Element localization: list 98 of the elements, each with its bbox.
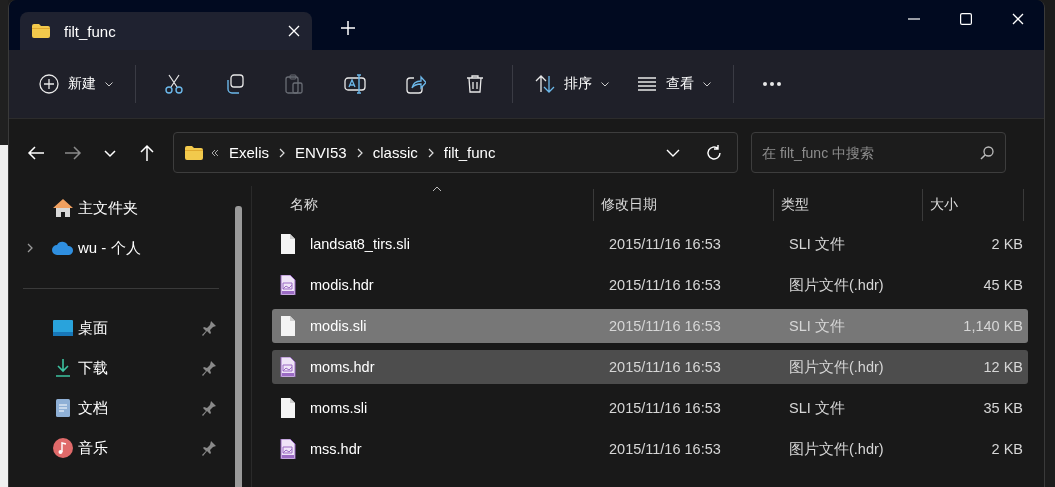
column-header[interactable]: 类型	[773, 189, 922, 221]
trash-icon	[466, 74, 484, 94]
search-icon	[980, 146, 994, 160]
column-header[interactable]: 大小	[922, 189, 1024, 221]
breadcrumb[interactable]: classic	[372, 144, 418, 161]
pin-icon	[202, 400, 216, 416]
sort-button[interactable]: 排序	[525, 66, 619, 102]
modified-date: 2015/11/16 16:53	[609, 277, 722, 293]
modified-date: 2015/11/16 16:53	[609, 318, 722, 334]
file-size: 35 KB	[982, 400, 1023, 416]
desktop-icon	[52, 320, 73, 336]
image-file-icon	[280, 439, 296, 459]
file-type: 图片文件(.hdr)	[789, 439, 885, 459]
overflow-icon[interactable]	[211, 148, 219, 157]
file-type: SLI 文件	[789, 398, 846, 418]
image-file-icon	[280, 275, 296, 295]
sidebar-item[interactable]: 桌面	[9, 308, 219, 348]
cut-icon	[164, 74, 184, 94]
file-row[interactable]: moms.sli 2015/11/16 16:53 SLI 文件 35 KB	[272, 391, 1028, 425]
dropdown-icon[interactable]	[666, 148, 680, 157]
folder-icon	[32, 24, 50, 38]
modified-date: 2015/11/16 16:53	[609, 400, 722, 416]
plus-icon	[39, 74, 59, 94]
breadcrumb[interactable]: Exelis	[229, 144, 269, 161]
close-icon[interactable]	[1012, 13, 1024, 25]
document-icon	[55, 399, 70, 417]
file-row[interactable]: modis.hdr 2015/11/16 16:53 图片文件(.hdr) 45 KB	[272, 268, 1028, 302]
caret-icon	[105, 81, 113, 87]
column-header[interactable]: 名称	[272, 189, 593, 221]
file-size: 12 KB	[982, 359, 1023, 375]
cloud-icon	[51, 241, 74, 255]
refresh-icon[interactable]	[706, 144, 722, 161]
tab[interactable]: filt_func	[20, 12, 312, 50]
sort-icon	[535, 74, 555, 94]
search-field[interactable]: 在 filt_func 中搜索	[751, 132, 1006, 173]
file-size: 45 KB	[982, 277, 1023, 293]
file-size: 2 KB	[990, 441, 1023, 457]
expand-icon[interactable]	[27, 243, 33, 253]
pin-icon	[202, 440, 216, 456]
file-icon	[280, 398, 296, 418]
file-row[interactable]: landsat8_tirs.sli 2015/11/16 16:53 SLI 文件 2 KB	[272, 227, 1028, 261]
up-icon[interactable]	[138, 143, 156, 162]
file-name: moms.hdr	[310, 359, 376, 375]
chevron-right-icon[interactable]	[427, 147, 434, 158]
new-tab-icon[interactable]	[341, 21, 355, 35]
scrollbar-thumb[interactable]	[235, 206, 242, 487]
list-view-icon	[637, 76, 657, 92]
sort-up-icon	[432, 186, 442, 192]
caret-icon	[703, 81, 711, 87]
home-icon	[52, 199, 73, 217]
file-type: 图片文件(.hdr)	[789, 357, 885, 377]
modified-date: 2015/11/16 16:53	[609, 236, 722, 252]
modified-date: 2015/11/16 16:53	[609, 441, 722, 457]
address-bar[interactable]: Exelis ENVI53 classic filt_func	[173, 132, 738, 173]
pin-icon	[202, 320, 216, 336]
folder-icon	[185, 145, 203, 160]
modified-date: 2015/11/16 16:53	[609, 359, 722, 375]
share-icon	[406, 74, 426, 94]
breadcrumb[interactable]: filt_func	[443, 144, 496, 161]
file-row[interactable]: modis.sli 2015/11/16 16:53 SLI 文件 1,140 KB	[272, 309, 1028, 343]
file-type: SLI 文件	[789, 234, 846, 254]
tab-title: filt_func	[64, 22, 117, 40]
file-size: 1,140 KB	[962, 318, 1023, 334]
caret-icon	[601, 81, 609, 87]
more-icon	[762, 81, 782, 87]
file-name: mss.hdr	[310, 441, 363, 457]
file-row[interactable]: mss.hdr 2015/11/16 16:53 图片文件(.hdr) 2 KB	[272, 432, 1028, 466]
file-row[interactable]: moms.hdr 2015/11/16 16:53 图片文件(.hdr) 12 KB	[272, 350, 1028, 384]
maximize-icon[interactable]	[960, 13, 972, 25]
breadcrumb[interactable]: ENVI53	[295, 144, 347, 161]
rename-icon	[344, 74, 366, 94]
sidebar-item[interactable]: 音乐	[9, 428, 219, 468]
column-header[interactable]: 修改日期	[593, 189, 773, 221]
file-type: SLI 文件	[789, 316, 846, 336]
file-name: modis.hdr	[310, 277, 375, 293]
sidebar-item[interactable]: wu - 个人	[9, 228, 219, 268]
copy-icon	[224, 74, 244, 94]
pin-icon	[202, 360, 216, 376]
file-name: landsat8_tirs.sli	[310, 236, 411, 252]
chevron-right-icon[interactable]	[356, 147, 363, 158]
chevron-right-icon[interactable]	[279, 147, 285, 158]
file-size: 2 KB	[990, 236, 1023, 252]
new-button[interactable]: 新建	[29, 66, 123, 102]
file-name: modis.sli	[310, 318, 368, 334]
file-name: moms.sli	[310, 400, 369, 416]
image-file-icon	[280, 357, 296, 377]
close-tab-icon[interactable]	[288, 25, 300, 37]
paste-icon	[284, 74, 304, 94]
view-button[interactable]: 查看	[627, 66, 721, 102]
sidebar-item[interactable]: 主文件夹	[9, 188, 219, 228]
file-type: 图片文件(.hdr)	[789, 275, 885, 295]
sidebar-item[interactable]: 下载	[9, 348, 219, 388]
file-icon	[280, 234, 296, 254]
sidebar-item[interactable]: 文档	[9, 388, 219, 428]
music-icon	[52, 438, 73, 458]
download-icon	[54, 359, 71, 377]
file-icon	[280, 316, 296, 336]
back-icon[interactable]	[27, 143, 45, 162]
